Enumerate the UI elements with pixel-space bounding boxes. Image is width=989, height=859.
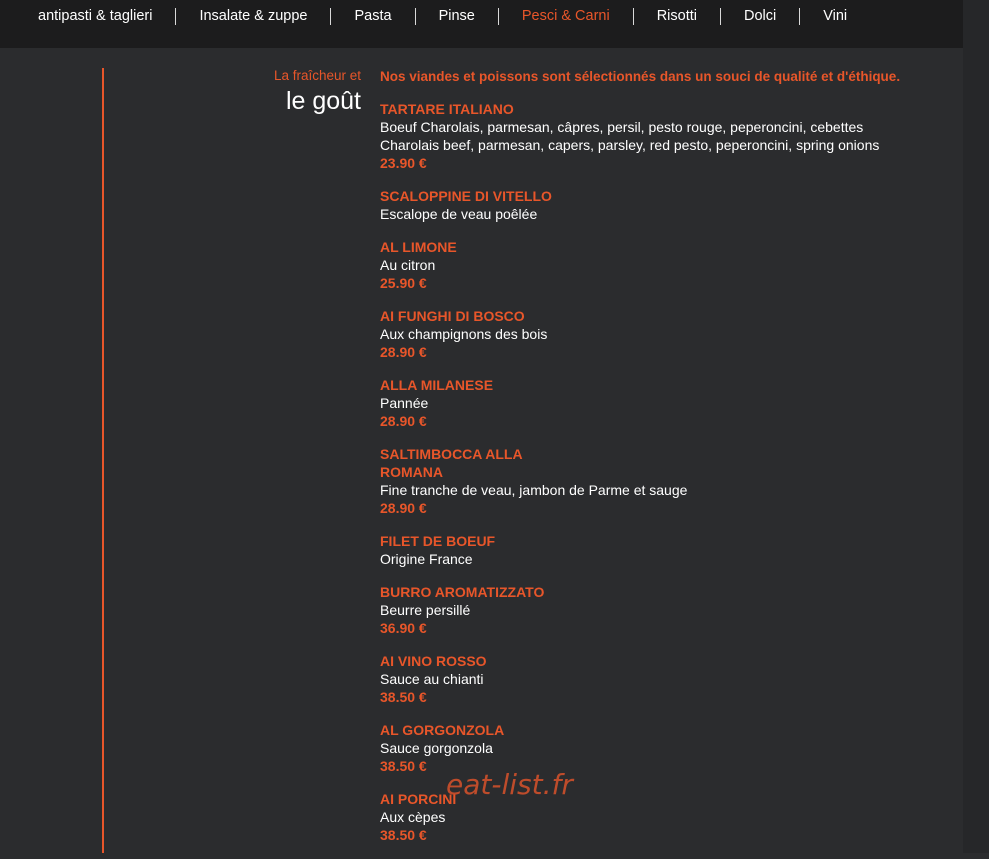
dish-price: 38.50 €: [380, 689, 427, 705]
dish-item: BURRO AROMATIZZATO Beurre persillé 36.90 €: [380, 583, 960, 637]
dish-name: ALLA MILANESE: [380, 377, 494, 393]
dish-description: Aux champignons des bois: [380, 326, 548, 342]
dish-item: AI VINO ROSSO Sauce au chianti 38.50 €: [380, 652, 960, 706]
dish-item: SALTIMBOCCA ALLA ROMANA Fine tranche de v…: [380, 445, 960, 517]
dish-name: BURRO AROMATIZZATO: [380, 584, 545, 600]
dish-item: AL LIMONE Au citron 25.90 €: [380, 238, 960, 292]
dish-name: AI VINO ROSSO: [380, 653, 487, 669]
page-edge-strip: [963, 0, 989, 853]
nav-item-pinse[interactable]: Pinse: [416, 7, 498, 25]
dish-name: AL LIMONE: [380, 239, 457, 255]
dish-description: Boeuf Charolais, parmesan, câpres, persi…: [380, 119, 864, 135]
dish-description: Au citron: [380, 257, 436, 273]
category-nav: antipasti & taglieri Insalate & zuppe Past…: [0, 7, 870, 25]
dish-price: 36.90 €: [380, 620, 427, 636]
nav-item-vini[interactable]: Vini: [800, 7, 870, 25]
dish-item: AL GORGONZOLA Sauce gorgonzola 38.50 €: [380, 721, 960, 775]
section-title: le goût: [285, 87, 361, 115]
dish-description: Escalope de veau poêlée: [380, 206, 538, 222]
menu-intro: Nos viandes et poissons sont sélectionné…: [380, 69, 901, 84]
dish-description: Sauce gorgonzola: [380, 740, 493, 756]
dish-price: 23.90 €: [380, 155, 427, 171]
dish-name: SALTIMBOCCA ALLA ROMANA: [380, 446, 523, 480]
nav-item-risotti[interactable]: Risotti: [634, 7, 720, 25]
dish-name: SCALOPPINE DI VITELLO: [380, 188, 552, 204]
dish-description: Charolais beef, parmesan, capers, parsle…: [380, 137, 880, 153]
dish-name: AL GORGONZOLA: [380, 722, 505, 738]
nav-item-insalate-zuppe[interactable]: Insalate & zuppe: [176, 7, 330, 25]
nav-item-pesci-carni[interactable]: Pesci & Carni: [499, 7, 633, 25]
dish-description: Fine tranche de veau, jambon de Parme et…: [380, 482, 688, 498]
dish-description: Aux cèpes: [380, 809, 446, 825]
dish-description: Sauce au chianti: [380, 671, 484, 687]
dish-item: ALLA MILANESE Pannée 28.90 €: [380, 376, 960, 430]
dish-item: SCALOPPINE DI VITELLO Escalope de veau po…: [380, 187, 960, 223]
dish-item: AI PORCINI Aux cèpes 38.50 €: [380, 790, 960, 844]
dish-price: 38.50 €: [380, 758, 427, 774]
dish-list: TARTARE ITALIANO Boeuf Charolais, parmesa…: [380, 100, 960, 844]
dish-name: AI FUNGHI DI BOSCO: [380, 308, 525, 324]
section-subtitle: La fraîcheur et: [273, 68, 361, 83]
dish-item: TARTARE ITALIANO Boeuf Charolais, parmesa…: [380, 100, 960, 172]
menu-content: Nos viandes et poissons sont sélectionné…: [380, 68, 960, 859]
accent-divider-line: [102, 68, 104, 853]
dish-name: AI PORCINI: [380, 791, 457, 807]
dish-description: Beurre persillé: [380, 602, 471, 618]
dish-name: TARTARE ITALIANO: [380, 101, 514, 117]
dish-item: FILET DE BOEUF Origine France: [380, 532, 960, 568]
top-navigation-bar: antipasti & taglieri Insalate & zuppe Past…: [0, 0, 963, 48]
dish-price: 28.90 €: [380, 500, 427, 516]
dish-price: 38.50 €: [380, 827, 427, 843]
dish-item: AI FUNGHI DI BOSCO Aux champignons des bo…: [380, 307, 960, 361]
dish-description: Origine France: [380, 551, 473, 567]
dish-description: Pannée: [380, 395, 429, 411]
dish-price: 25.90 €: [380, 275, 427, 291]
dish-name: FILET DE BOEUF: [380, 533, 496, 549]
nav-item-dolci[interactable]: Dolci: [721, 7, 799, 25]
nav-item-pasta[interactable]: Pasta: [331, 7, 414, 25]
dish-price: 28.90 €: [380, 413, 427, 429]
dish-price: 28.90 €: [380, 344, 427, 360]
nav-item-antipasti-taglieri[interactable]: antipasti & taglieri: [0, 7, 175, 25]
